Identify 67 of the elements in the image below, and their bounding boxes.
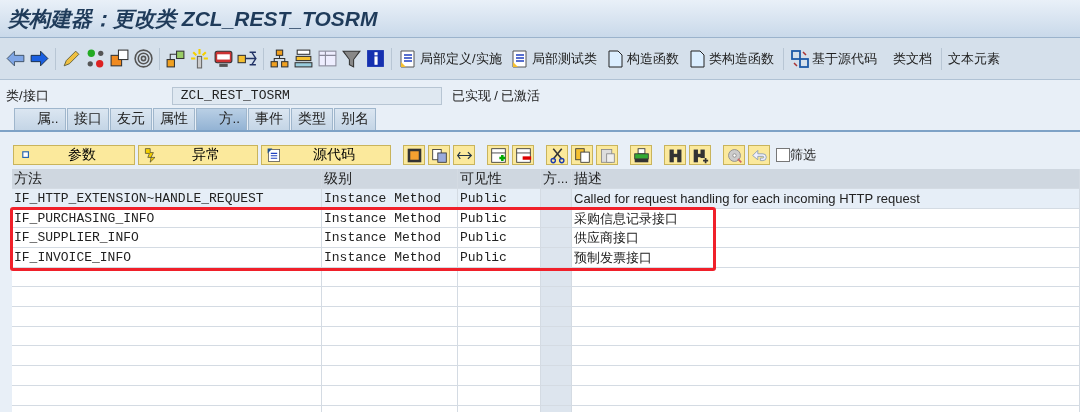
printer-icon[interactable]: [632, 146, 650, 164]
column-header: 描述: [572, 169, 1080, 189]
table-cell: 供应商接口: [572, 228, 1080, 248]
class-name-field[interactable]: ZCL_REST_TOSRM: [171, 87, 442, 105]
table-cell: Public: [458, 228, 541, 248]
tab[interactable]: 属性: [152, 108, 195, 130]
table-cell: IF_INVOICE_INFO: [12, 248, 322, 268]
scissors-icon[interactable]: [548, 146, 566, 164]
swap-squares-icon: [789, 48, 810, 69]
toolbar-button[interactable]: 文本元素: [945, 48, 1005, 69]
back-arrow-icon[interactable]: [5, 48, 26, 69]
table-cell: IF_SUPPLIER_INFO: [12, 228, 322, 248]
code-page-icon: [266, 147, 282, 163]
column-header: 方...: [541, 169, 572, 189]
paste-icon[interactable]: [598, 146, 616, 164]
method-tab-button[interactable]: 参数: [13, 145, 135, 165]
tab[interactable]: 事件: [248, 108, 291, 130]
table-cell: Called for request handling for each incoming HTTP request: [572, 188, 1080, 209]
document-icon: [509, 48, 530, 69]
tab[interactable]: 方..: [195, 108, 248, 130]
table-cell: Instance Method: [322, 248, 458, 268]
table-cell: Public: [458, 208, 541, 229]
frame-icon[interactable]: [405, 146, 423, 164]
stack-icon[interactable]: [293, 48, 314, 69]
spark-icon[interactable]: [189, 48, 210, 69]
tab[interactable]: 接口: [66, 108, 109, 130]
tab[interactable]: 类型: [291, 108, 334, 130]
add-row-icon[interactable]: [489, 146, 507, 164]
toolbar-button[interactable]: 构造函数: [602, 48, 684, 69]
tab[interactable]: 别名: [334, 108, 377, 130]
checkbox-label: 筛选: [790, 146, 817, 165]
forward-arrow-icon[interactable]: [29, 48, 50, 69]
document-icon: [398, 48, 418, 69]
toolbar-button[interactable]: 局部定义/实施: [396, 48, 507, 69]
table-cell: Instance Method: [322, 188, 458, 209]
table-cell: Instance Method: [322, 228, 458, 248]
column-header: 级别: [322, 169, 458, 189]
toolbar-button[interactable]: 类文档: [890, 48, 937, 69]
copy-icon[interactable]: [573, 146, 591, 164]
method-tab-button[interactable]: 源代码: [261, 145, 391, 165]
column-header: 方法: [12, 169, 322, 189]
info-icon[interactable]: [365, 48, 386, 69]
table-cell: Public: [458, 248, 541, 268]
squares-icon[interactable]: [109, 48, 130, 69]
table-cell: 预制发票接口: [572, 248, 1080, 268]
monitor-icon[interactable]: [213, 48, 234, 69]
table-cell: Public: [458, 188, 541, 209]
checkbox[interactable]: [776, 148, 791, 162]
toolbar-button[interactable]: 类构造函数: [684, 48, 779, 69]
delete-row-icon[interactable]: [514, 146, 532, 164]
tree-icon[interactable]: [269, 48, 290, 69]
column-header: 可见性: [458, 169, 541, 189]
funnel-icon[interactable]: [341, 48, 362, 69]
field-label: 类/接口: [6, 87, 49, 106]
pencil-icon[interactable]: [61, 48, 82, 69]
status-text: 已实现 / 已激活: [451, 87, 541, 106]
copy-icon[interactable]: [430, 146, 448, 164]
dots-icon[interactable]: [85, 48, 106, 69]
table-cell: IF_HTTP_EXTENSION~HANDLE_REQUEST: [12, 188, 322, 209]
method-tab-button[interactable]: 异常: [138, 145, 258, 165]
toolbar-button[interactable]: 基于源代码: [787, 48, 882, 69]
tab[interactable]: 属..: [14, 108, 66, 130]
table-cell: Instance Method: [322, 208, 458, 229]
window-title: 类构建器：更改类 ZCL_REST_TOSRM: [8, 5, 378, 32]
tab[interactable]: 友元: [109, 108, 152, 130]
hierarchy-icon[interactable]: [165, 48, 186, 69]
toolbar-button[interactable]: 局部测试类: [507, 48, 602, 69]
